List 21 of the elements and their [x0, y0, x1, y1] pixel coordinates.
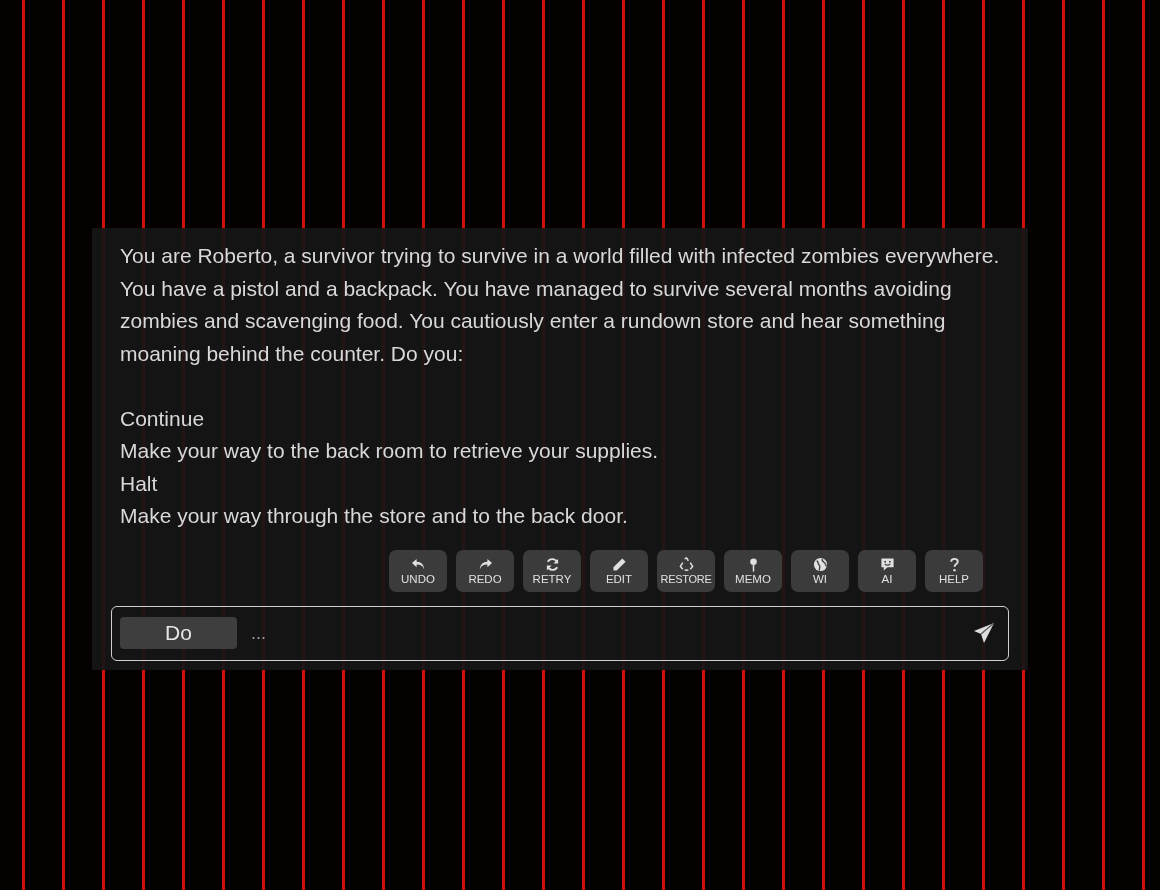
- restore-button[interactable]: RESTORE: [657, 549, 715, 592]
- help-button[interactable]: HELP: [925, 549, 983, 592]
- memo-button[interactable]: MEMO: [724, 549, 782, 592]
- story-text: Make your way to the back room to retrieve your supplies.: [120, 438, 660, 464]
- story-text: Continue: [120, 405, 206, 432]
- story-text: Make your way through the store and to the back door.: [120, 503, 629, 529]
- globe-icon: [812, 556, 828, 572]
- retry-button[interactable]: RETRY: [523, 549, 581, 592]
- wi-button[interactable]: WI: [791, 549, 849, 592]
- story-text: Halt: [120, 470, 159, 497]
- send-icon[interactable]: [972, 621, 996, 645]
- redo-button[interactable]: REDO: [456, 549, 514, 592]
- refresh-icon: [544, 556, 560, 572]
- action-input-field[interactable]: Do ...: [111, 605, 1009, 661]
- mode-button[interactable]: Do: [120, 617, 237, 649]
- undo-button[interactable]: UNDO: [389, 549, 447, 592]
- ai-button[interactable]: AI: [858, 549, 916, 592]
- pencil-icon: [611, 556, 627, 572]
- chat-bubble-icon: [879, 556, 895, 572]
- edit-button[interactable]: EDIT: [590, 549, 648, 592]
- story-text: You are Roberto, a survivor trying to survive in a world filled with infected zombies everywhere. You have a pistol and a backpack. You have managed to survive several months avoiding zombies and scavenging food. You cautiously enter a rundown store and hear something moaning behind the counter. Do you:: [120, 243, 1001, 367]
